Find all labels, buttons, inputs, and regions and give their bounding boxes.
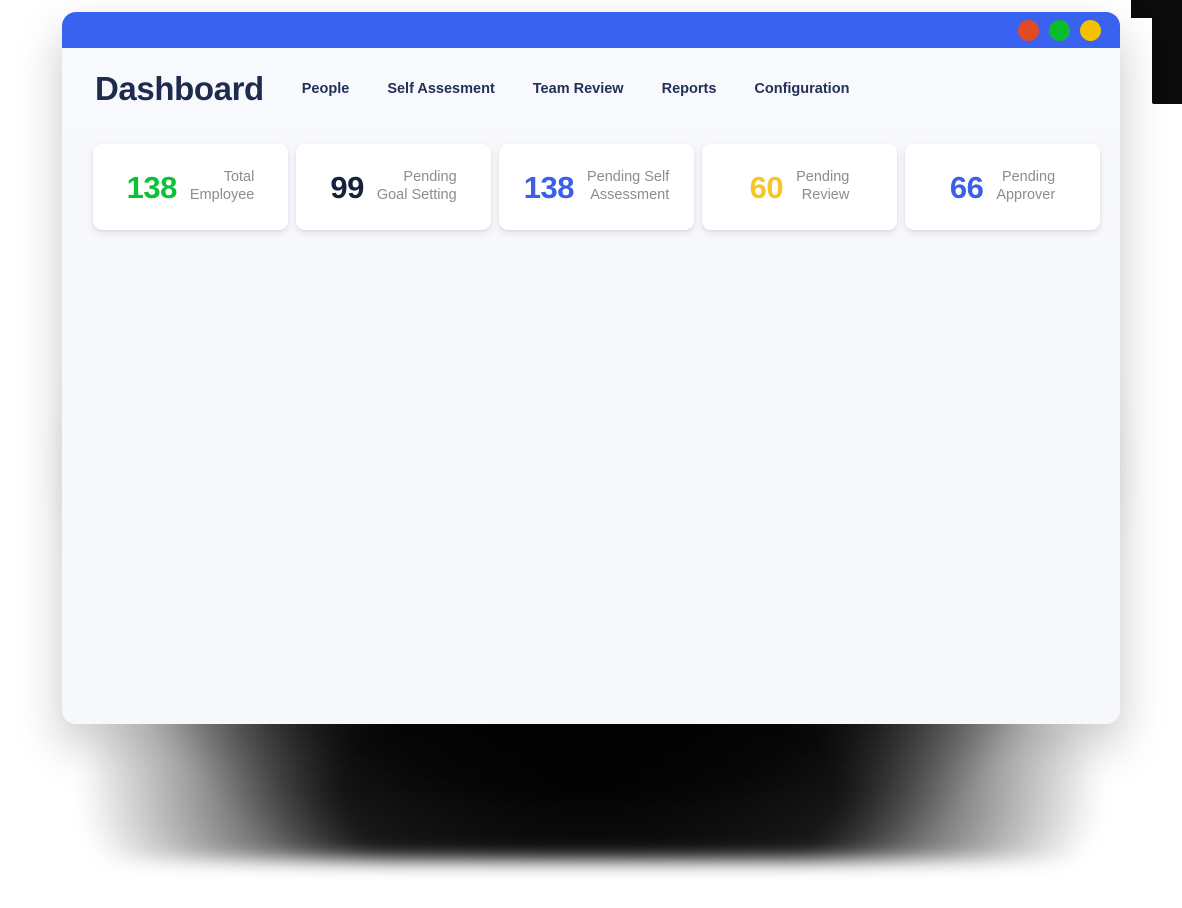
window-titlebar [62,12,1120,48]
stat-card-pending-approver[interactable]: 66 Pending Approver [905,144,1100,230]
page-title: Dashboard [95,70,264,107]
stat-card-pending-goal-setting[interactable]: 99 Pending Goal Setting [296,144,491,230]
stat-card-pending-self-assessment[interactable]: 138 Pending Self Assessment [499,144,694,230]
nav-item-self-assesment[interactable]: Self Assesment [387,75,494,103]
stat-label: Pending Approver [996,169,1056,203]
browser-window: Dashboard People Self Assesment Team Rev… [62,12,1120,724]
window-controls [1018,19,1101,41]
scene: Dashboard People Self Assesment Team Rev… [0,0,1182,908]
corner-decoration-shape-secondary [1131,0,1161,18]
stat-value: 66 [949,169,984,205]
stat-card-pending-review[interactable]: 60 Pending Review [702,144,897,230]
close-button[interactable] [1018,19,1039,41]
maximize-button[interactable] [1080,19,1101,41]
stat-label: Pending Review [796,169,850,203]
app-header: Dashboard People Self Assesment Team Rev… [62,48,1120,130]
minimize-button[interactable] [1049,19,1070,41]
stat-cards-row: 138 Total Employee 99 Pending Goal Setti… [62,144,1120,230]
main-content: 138 Total Employee 99 Pending Goal Setti… [62,130,1120,724]
nav-item-reports[interactable]: Reports [662,75,717,103]
stat-value: 60 [749,169,784,205]
stat-value: 99 [330,169,364,205]
stat-label: Pending Goal Setting [376,169,457,203]
stat-label: Total Employee [189,169,255,203]
stat-value: 138 [523,169,575,205]
nav-item-team-review[interactable]: Team Review [533,75,624,103]
nav-item-configuration[interactable]: Configuration [754,75,849,103]
stat-card-total-employee[interactable]: 138 Total Employee [93,144,288,230]
stat-label: Pending Self Assessment [587,169,670,203]
nav-item-people[interactable]: People [302,75,350,103]
stat-value: 138 [126,169,178,205]
main-navigation: People Self Assesment Team Review Report… [302,75,850,103]
